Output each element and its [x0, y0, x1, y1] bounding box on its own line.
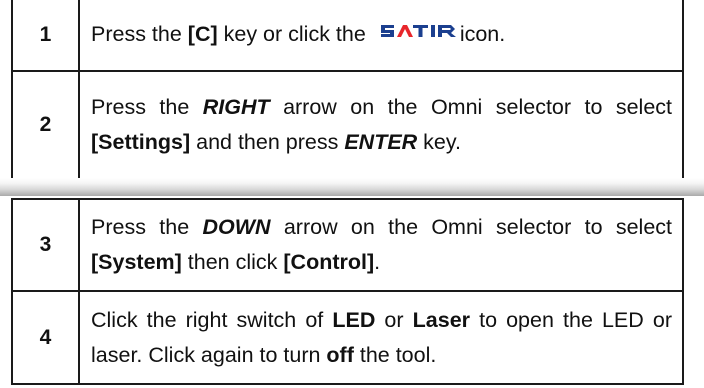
step-number: 2 — [13, 72, 80, 178]
page-tear-shadow — [0, 178, 704, 196]
key-label: Laser — [412, 307, 471, 332]
step-row: 3 Press the DOWN arrow on the Omni selec… — [13, 200, 682, 290]
key-label: [Control] — [283, 250, 375, 274]
step-row: 1 Press the [C] key or click the icon. — [13, 0, 682, 70]
step-number: 1 — [13, 0, 80, 70]
step-text: Press the [C] key or click the icon. — [80, 0, 682, 70]
key-label: ENTER — [344, 130, 418, 154]
key-label: DOWN — [202, 215, 271, 239]
step-number: 3 — [13, 200, 80, 290]
step-row: 2 Press the RIGHT arrow on the Omni sele… — [13, 72, 682, 178]
step-text: Click the right switch of LED or Laser t… — [91, 307, 672, 367]
step-number: 4 — [13, 292, 80, 383]
step-text: Press the RIGHT arrow on the Omni select… — [91, 95, 673, 154]
satir-logo-icon — [380, 16, 458, 51]
key-label: [System] — [91, 250, 182, 274]
instruction-table-bottom: 3 Press the DOWN arrow on the Omni selec… — [11, 198, 684, 385]
key-label: [Settings] — [91, 130, 191, 154]
key-label: LED — [332, 307, 376, 332]
key-label: [C] — [187, 22, 218, 47]
step-row: 4 Click the right switch of LED or Laser… — [13, 292, 682, 383]
key-label: off — [326, 342, 354, 367]
key-label: RIGHT — [202, 95, 270, 119]
instruction-table-top: 1 Press the [C] key or click the icon. 2… — [11, 0, 684, 182]
step-text: Press the DOWN arrow on the Omni selecto… — [91, 215, 673, 274]
